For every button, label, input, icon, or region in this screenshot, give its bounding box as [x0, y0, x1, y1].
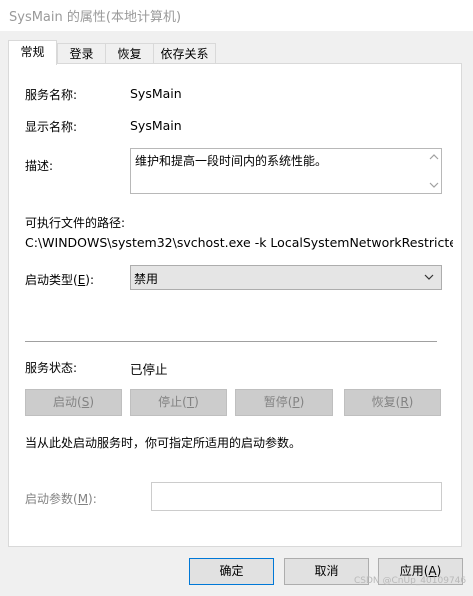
chevron-down-icon: [423, 271, 435, 283]
description-label: 描述:: [25, 159, 54, 173]
properties-dialog: SysMain 的属性(本地计算机) 常规 登录 恢复 依存关系 服务名称: S…: [0, 0, 473, 596]
display-name-value: SysMain: [130, 118, 182, 133]
service-name-label: 服务名称:: [25, 88, 78, 102]
startup-type-value: 禁用: [134, 272, 159, 286]
resume-button[interactable]: 恢复(R): [344, 389, 441, 416]
section-divider: [25, 341, 437, 342]
general-tab-panel: 服务名称: SysMain 显示名称: SysMain 描述: 维护和提高一段时…: [8, 63, 462, 547]
watermark: CSDN @CnUp_40109746: [354, 576, 467, 586]
start-params-hint: 当从此处启动服务时，你可指定所适用的启动参数。: [25, 436, 302, 450]
service-status-value: 已停止: [130, 362, 168, 377]
startup-type-dropdown[interactable]: 禁用: [130, 265, 442, 290]
exe-path-label: 可执行文件的路径:: [25, 216, 126, 230]
description-textbox[interactable]: 维护和提高一段时间内的系统性能。: [130, 148, 442, 194]
ok-button[interactable]: 确定: [189, 558, 274, 585]
service-name-value: SysMain: [130, 86, 182, 101]
title-bar[interactable]: SysMain 的属性(本地计算机): [0, 0, 473, 32]
startup-type-label: 启动类型(E):: [25, 273, 95, 287]
description-scrollbar[interactable]: [427, 149, 441, 193]
exe-path-value: C:\WINDOWS\system32\svchost.exe -k Local…: [25, 235, 453, 250]
start-params-input[interactable]: [151, 482, 442, 511]
scroll-down-icon[interactable]: [429, 180, 439, 190]
pause-button[interactable]: 暂停(P): [235, 389, 333, 416]
scroll-up-icon[interactable]: [429, 152, 439, 162]
tab-dependencies[interactable]: 依存关系: [153, 43, 216, 64]
tab-recovery[interactable]: 恢复: [105, 43, 154, 64]
window-title: SysMain 的属性(本地计算机): [9, 10, 182, 25]
description-text: 维护和提高一段时间内的系统性能。: [135, 154, 328, 168]
tab-logon[interactable]: 登录: [57, 43, 106, 64]
tab-general[interactable]: 常规: [8, 40, 57, 65]
stop-button[interactable]: 停止(T): [130, 389, 227, 416]
start-button[interactable]: 启动(S): [25, 389, 122, 416]
start-params-label: 启动参数(M):: [25, 492, 97, 506]
display-name-label: 显示名称:: [25, 120, 78, 134]
service-status-label: 服务状态:: [25, 361, 78, 375]
